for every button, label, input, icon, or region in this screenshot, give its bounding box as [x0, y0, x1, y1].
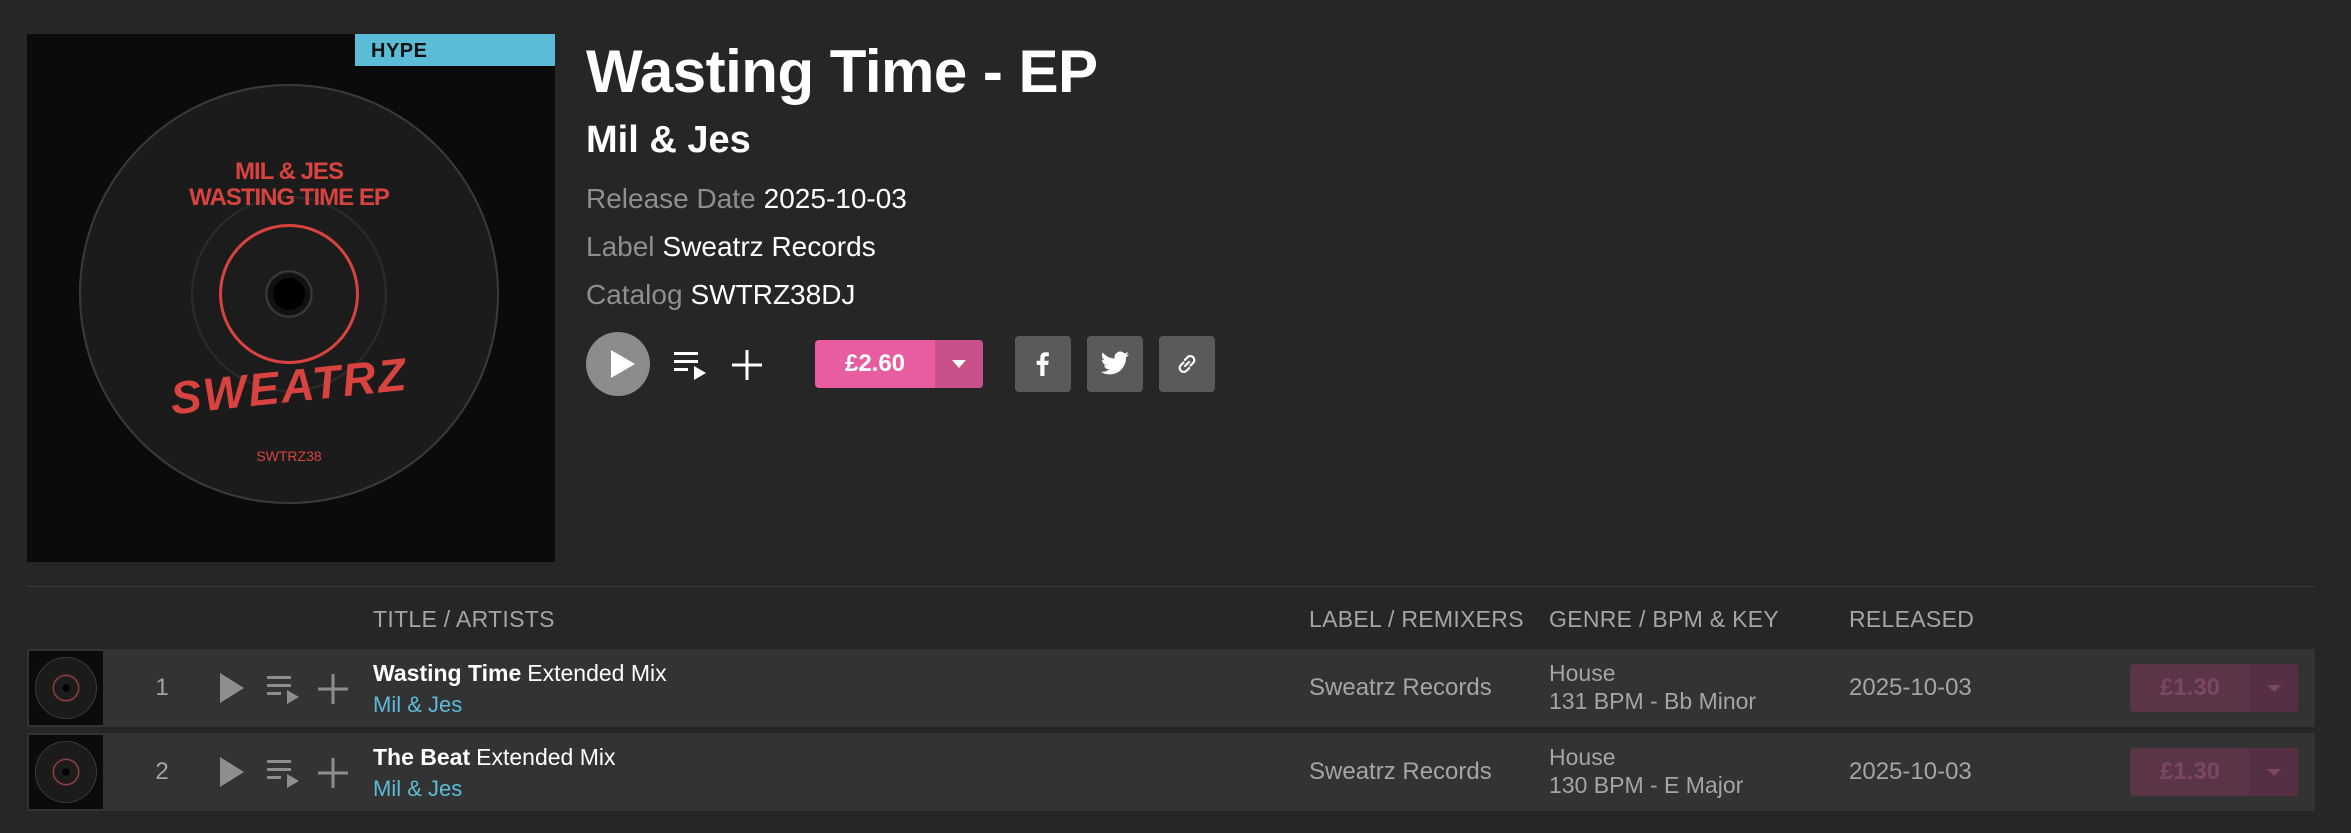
- twitter-icon: [1100, 351, 1129, 375]
- track-artist-link[interactable]: Mil & Jes: [373, 691, 462, 719]
- release-date-value: 2025-10-03: [763, 183, 907, 214]
- track-artist-link[interactable]: Mil & Jes: [373, 775, 462, 803]
- track-name[interactable]: Wasting Time: [373, 660, 521, 686]
- track-release-date: 2025-10-03: [1849, 758, 1972, 785]
- buy-track-button[interactable]: £1.30: [2130, 664, 2298, 712]
- facebook-icon: [1036, 352, 1049, 376]
- release-date-label: Release Date: [586, 183, 756, 214]
- artwork-artist-text: MIL & JES: [235, 158, 344, 185]
- header-title-artists: TITLE / ARTISTS: [373, 606, 555, 632]
- track-mix-name: Extended Mix: [476, 744, 616, 770]
- label-link[interactable]: Sweatrz Records: [663, 231, 876, 262]
- vinyl-record-artwork: MIL & JES WASTING TIME EP SWEATRZ SWTRZ3…: [79, 84, 499, 504]
- track-genre-link[interactable]: House: [1549, 659, 1615, 687]
- track-row[interactable]: 1 Wasting Time Extended Mix Mil & Jes Swe…: [27, 649, 2315, 727]
- record-spindle-hole: [273, 278, 305, 310]
- buy-track-button[interactable]: £1.30: [2130, 748, 2298, 796]
- track-bpm-key: 131 BPM - Bb Minor: [1549, 688, 1757, 714]
- track-price[interactable]: £1.30: [2130, 748, 2250, 796]
- header-released: RELEASED: [1849, 606, 1975, 632]
- catalog-value: SWTRZ38DJ: [690, 279, 856, 310]
- header-label-remixers: LABEL / REMIXERS: [1309, 606, 1524, 632]
- play-release-button[interactable]: [586, 332, 650, 396]
- track-artwork-thumbnail[interactable]: [29, 735, 103, 809]
- play-icon[interactable]: [220, 757, 244, 787]
- vinyl-thumbnail: [35, 657, 97, 719]
- section-divider: [27, 586, 2315, 587]
- copy-link-button[interactable]: [1159, 336, 1215, 392]
- share-twitter-button[interactable]: [1087, 336, 1143, 392]
- share-facebook-button[interactable]: [1015, 336, 1071, 392]
- buy-release-button[interactable]: £2.60: [815, 340, 983, 388]
- release-artwork: MIL & JES WASTING TIME EP SWEATRZ SWTRZ3…: [27, 34, 555, 562]
- plus-icon[interactable]: [730, 348, 764, 382]
- track-number: 1: [155, 674, 169, 701]
- track-price[interactable]: £1.30: [2130, 664, 2250, 712]
- track-title-link[interactable]: The Beat Extended Mix: [373, 743, 616, 771]
- track-title-link[interactable]: Wasting Time Extended Mix: [373, 659, 667, 687]
- add-to-queue-icon[interactable]: [674, 350, 708, 380]
- release-actions: £2.60: [586, 332, 1226, 396]
- release-title: Wasting Time - EP: [586, 38, 1098, 105]
- track-artwork-thumbnail[interactable]: [29, 651, 103, 725]
- catalog-label: Catalog: [586, 279, 683, 310]
- vinyl-thumbnail: [35, 741, 97, 803]
- track-label-link[interactable]: Sweatrz Records: [1309, 649, 1492, 727]
- track-number: 2: [155, 758, 169, 785]
- header-genre-bpm-key: GENRE / BPM & KEY: [1549, 606, 1780, 632]
- track-genre-link[interactable]: House: [1549, 743, 1615, 771]
- track-release-date: 2025-10-03: [1849, 674, 1972, 701]
- chevron-down-icon[interactable]: [935, 340, 983, 388]
- chevron-down-icon[interactable]: [2250, 748, 2298, 796]
- add-to-queue-icon[interactable]: [267, 674, 301, 704]
- track-label-link[interactable]: Sweatrz Records: [1309, 733, 1492, 811]
- plus-icon[interactable]: [317, 673, 349, 705]
- label-row: Label Sweatrz Records: [586, 230, 876, 264]
- plus-icon[interactable]: [317, 757, 349, 789]
- release-artist-link[interactable]: Mil & Jes: [586, 118, 751, 162]
- track-bpm-key: 130 BPM - E Major: [1549, 772, 1744, 798]
- artwork-catalog-text: SWTRZ38: [256, 448, 322, 464]
- track-name[interactable]: The Beat: [373, 744, 470, 770]
- label-label: Label: [586, 231, 655, 262]
- chevron-down-icon[interactable]: [2250, 664, 2298, 712]
- track-mix-name: Extended Mix: [527, 660, 667, 686]
- link-icon: [1178, 355, 1196, 373]
- release-date-row: Release Date 2025-10-03: [586, 182, 907, 216]
- hype-badge: HYPE: [355, 34, 555, 66]
- track-row[interactable]: 2 The Beat Extended Mix Mil & Jes Sweatrz…: [27, 733, 2315, 811]
- add-to-queue-icon[interactable]: [267, 758, 301, 788]
- artwork-title-text: WASTING TIME EP: [189, 184, 390, 211]
- release-price[interactable]: £2.60: [815, 340, 935, 388]
- play-icon[interactable]: [220, 673, 244, 703]
- catalog-row: Catalog SWTRZ38DJ: [586, 278, 855, 312]
